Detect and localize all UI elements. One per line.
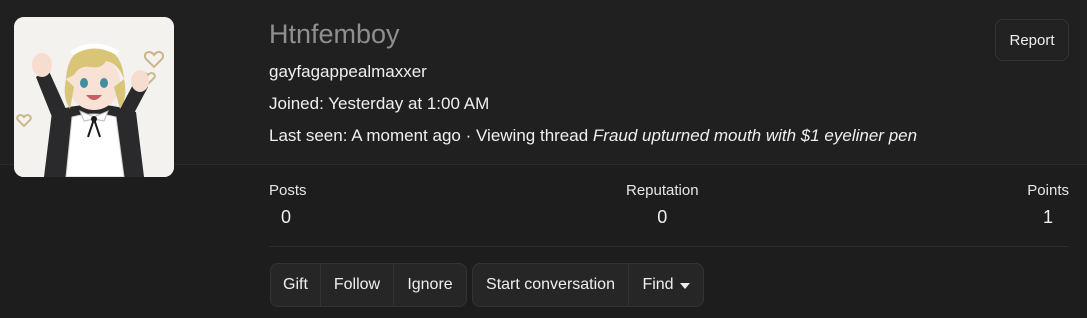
find-dropdown-button[interactable]: Find bbox=[629, 264, 703, 306]
start-conversation-button[interactable]: Start conversation bbox=[473, 264, 629, 306]
stat-reputation-label: Reputation bbox=[626, 182, 699, 199]
caret-down-icon bbox=[679, 282, 690, 289]
last-seen-value: A moment ago bbox=[351, 126, 461, 145]
username: Htnfemboy bbox=[269, 19, 400, 49]
find-label: Find bbox=[642, 276, 674, 293]
gift-button[interactable]: Gift bbox=[271, 264, 321, 306]
joined-label: Joined: bbox=[269, 94, 324, 113]
stat-posts-label: Posts bbox=[269, 182, 307, 199]
last-seen-label: Last seen: bbox=[269, 126, 348, 145]
follow-button[interactable]: Follow bbox=[321, 264, 394, 306]
user-title: gayfagappealmaxxer bbox=[269, 62, 427, 81]
member-profile-card: Htnfemboy gayfagappealmaxxer Joined: Yes… bbox=[0, 0, 1087, 318]
avatar[interactable] bbox=[14, 17, 174, 177]
activity-thread-link[interactable]: Fraud upturned mouth with $1 eyeliner pe… bbox=[593, 126, 917, 145]
activity-prefix: Viewing thread bbox=[476, 126, 589, 145]
separator: · bbox=[465, 126, 472, 145]
stat-points-label: Points bbox=[1027, 182, 1069, 199]
joined-info: Joined: Yesterday at 1:00 AM bbox=[269, 92, 489, 116]
joined-value: Yesterday at 1:00 AM bbox=[328, 94, 490, 113]
stat-posts-value: 0 bbox=[281, 207, 292, 227]
member-stats: Posts 0 Reputation 0 Points 1 bbox=[269, 182, 1069, 247]
member-action-group: Gift Follow Ignore bbox=[270, 263, 467, 307]
ignore-button[interactable]: Ignore bbox=[394, 264, 466, 306]
report-button[interactable]: Report bbox=[995, 19, 1069, 61]
avatar-illustration-icon bbox=[14, 17, 174, 177]
stat-points[interactable]: Points 1 bbox=[1027, 182, 1069, 228]
member-conversation-group: Start conversation Find bbox=[472, 263, 704, 307]
stat-posts[interactable]: Posts 0 bbox=[269, 182, 307, 228]
stat-points-value: 1 bbox=[1042, 207, 1053, 227]
stat-reputation-value: 0 bbox=[657, 207, 668, 227]
stat-reputation: Reputation 0 bbox=[626, 182, 699, 228]
last-seen-info: Last seen: A moment ago · Viewing thread… bbox=[269, 124, 917, 148]
